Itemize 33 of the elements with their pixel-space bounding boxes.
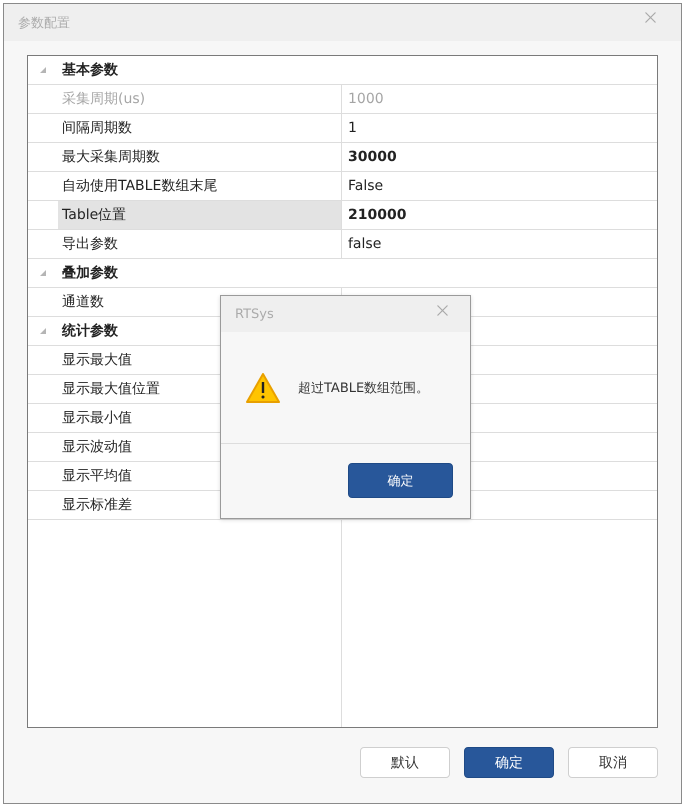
window-title: 参数配置: [18, 14, 70, 32]
default-button[interactable]: 默认: [360, 747, 450, 778]
close-icon[interactable]: [645, 12, 656, 23]
property-value[interactable]: 30000: [348, 149, 397, 165]
message-text: 超过TABLE数组范围。: [298, 380, 430, 396]
ok-button[interactable]: 确定: [348, 463, 453, 498]
close-icon[interactable]: [437, 304, 448, 316]
property-name[interactable]: 显示标准差: [62, 496, 132, 514]
property-name[interactable]: 显示最大值: [62, 351, 132, 369]
property-name[interactable]: 间隔周期数: [62, 119, 132, 137]
category-label: 叠加参数: [62, 264, 118, 282]
expand-toggle-icon[interactable]: [39, 269, 47, 277]
property-name[interactable]: Table位置: [62, 206, 126, 224]
ok-button[interactable]: 确定: [464, 747, 554, 778]
warning-icon: [245, 372, 281, 404]
property-name[interactable]: 自动使用TABLE数组末尾: [62, 177, 218, 195]
category-label: 基本参数: [62, 61, 118, 79]
category-label: 统计参数: [62, 322, 118, 340]
property-name[interactable]: 显示最大值位置: [62, 380, 160, 398]
property-name[interactable]: 显示最小值: [62, 409, 132, 427]
property-value[interactable]: False: [348, 178, 384, 194]
property-value[interactable]: false: [348, 236, 382, 252]
dialog-title: RTSys: [235, 306, 274, 322]
expand-toggle-icon[interactable]: [39, 66, 47, 74]
property-value[interactable]: 210000: [348, 207, 406, 223]
property-name[interactable]: 导出参数: [62, 235, 118, 253]
property-name[interactable]: 通道数: [62, 293, 104, 311]
property-value[interactable]: 1: [348, 120, 357, 136]
default-button[interactable]: 取消: [568, 747, 658, 778]
property-name[interactable]: 显示平均值: [62, 467, 132, 485]
expand-toggle-icon[interactable]: [39, 327, 47, 335]
property-name[interactable]: 最大采集周期数: [62, 148, 160, 166]
property-name[interactable]: 显示波动值: [62, 438, 132, 456]
